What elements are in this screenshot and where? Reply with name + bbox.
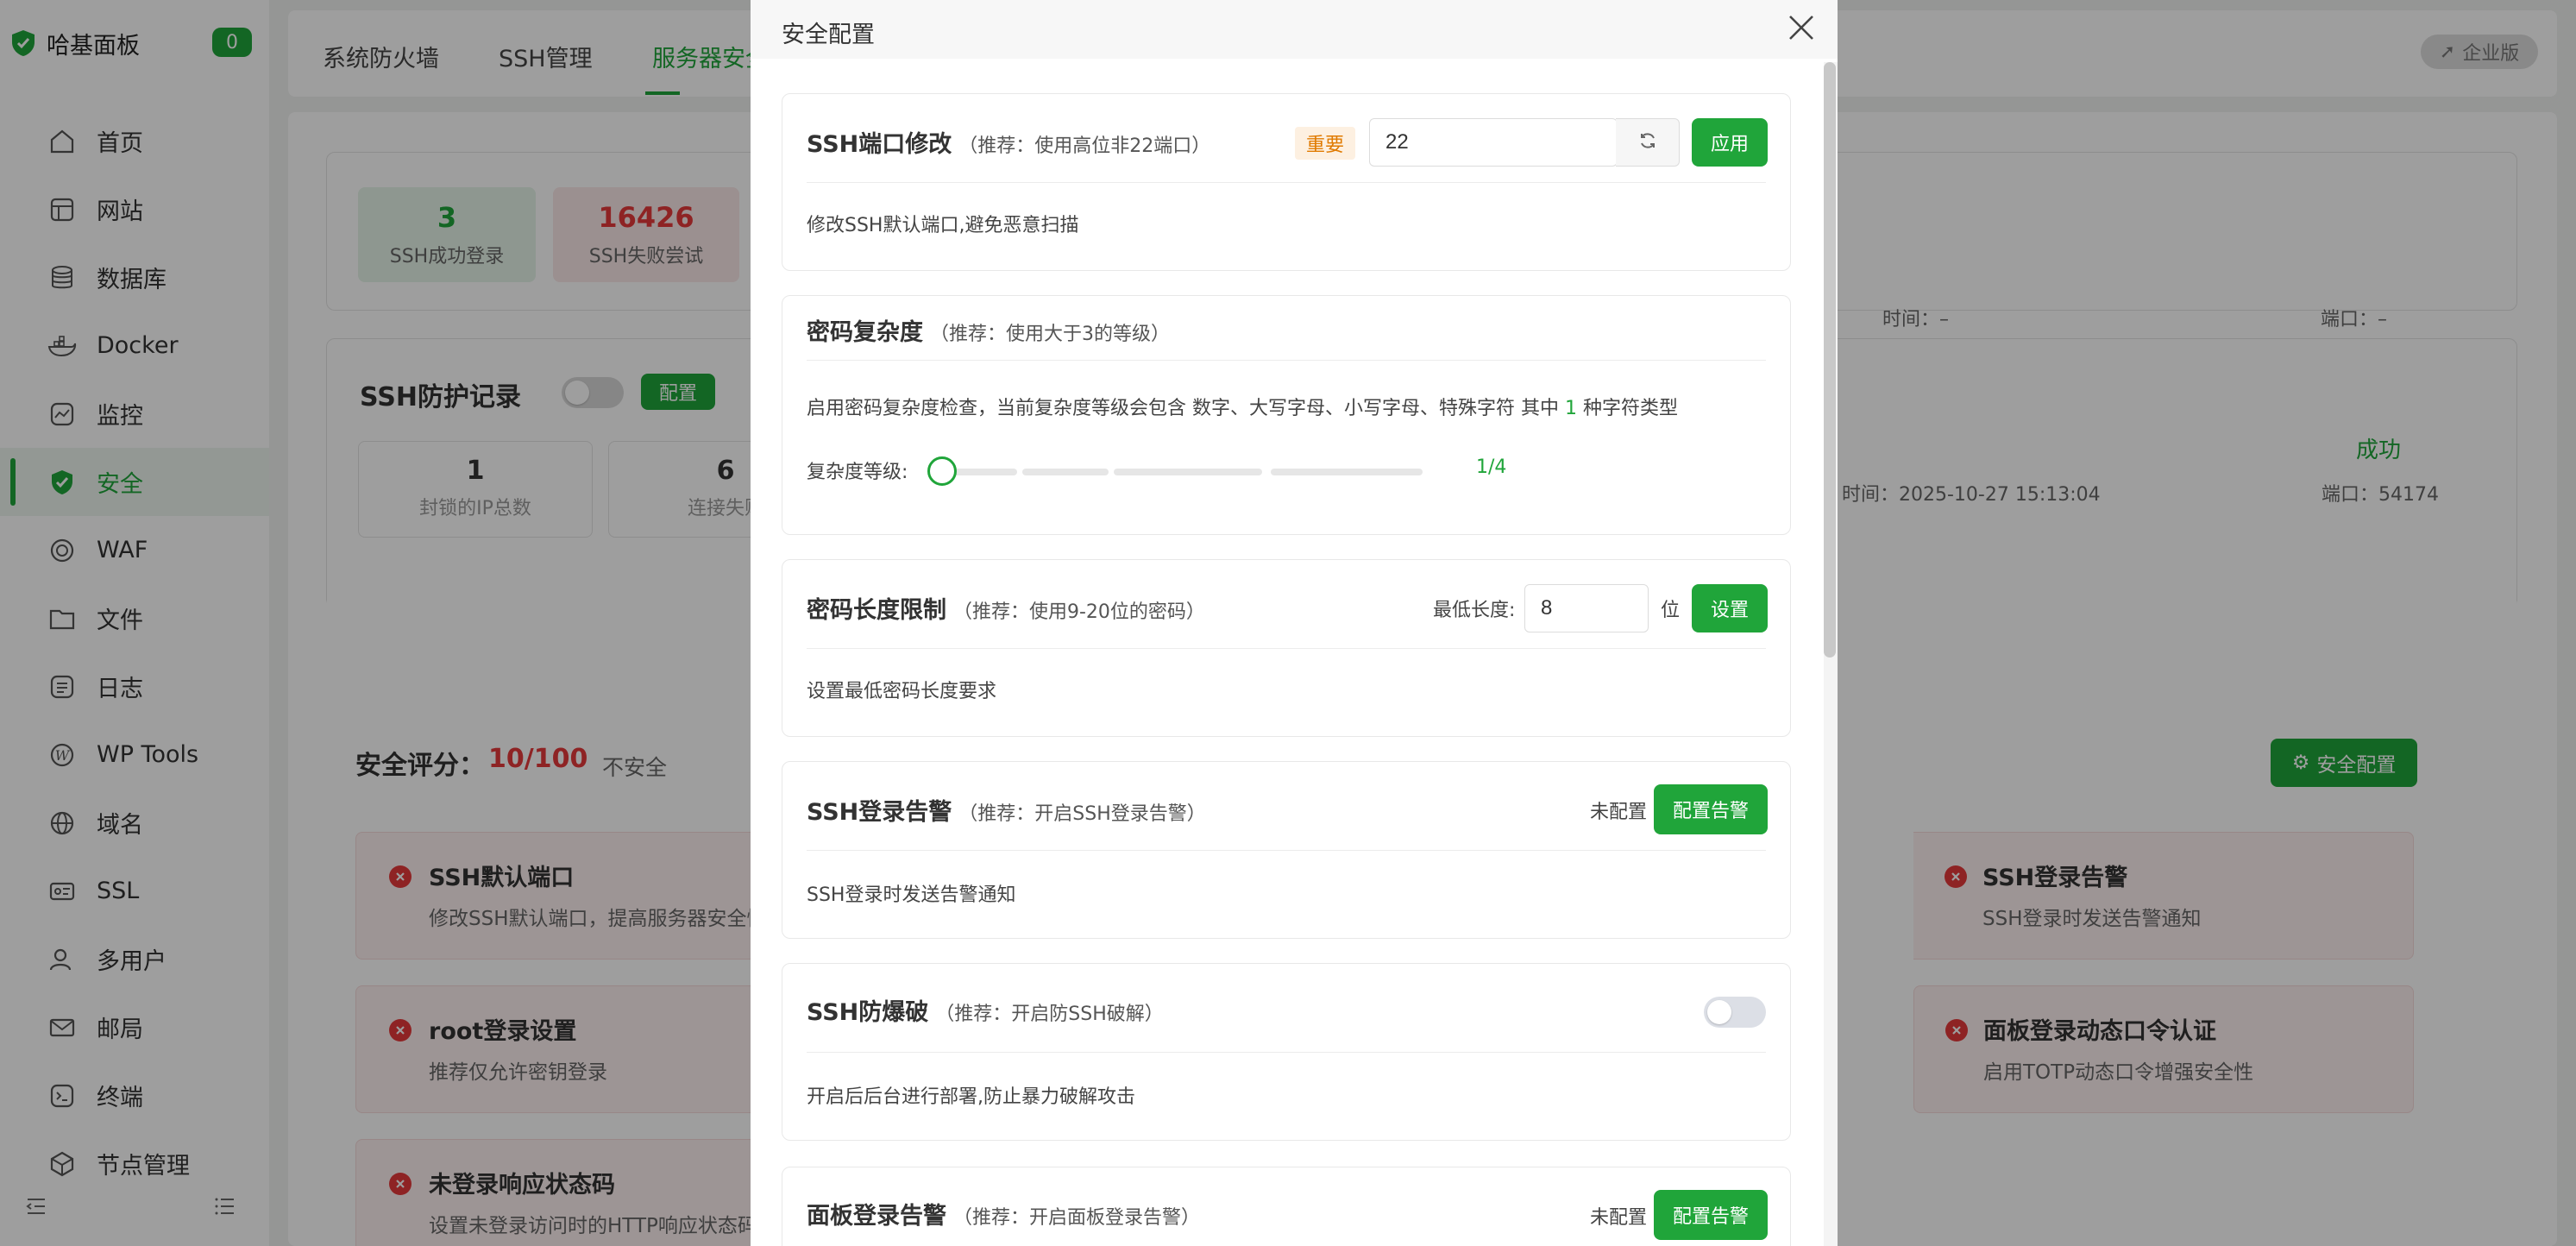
section-title: SSH登录告警 （推荐：开启SSH登录告警） [807,793,1206,827]
dialog-title: 安全配置 [782,22,875,48]
section-title: SSH端口修改 （推荐：使用高位非22端口） [807,125,1210,159]
section-recommendation: （推荐：使用9-20位的密码） [953,601,1205,623]
section-recommendation: （推荐：开启SSH登录告警） [958,803,1206,825]
close-icon[interactable] [1782,9,1820,47]
ssh-port-input[interactable]: 22 [1369,118,1618,167]
password-complexity-section: 密码复杂度 （推荐：使用大于3的等级） 启用密码复杂度检查，当前复杂度等级会包含 … [782,295,1791,535]
desc-count: 1 [1565,398,1577,419]
dialog-header: 安全配置 [751,0,1838,59]
section-title: 密码复杂度 （推荐：使用大于3的等级） [807,313,1170,347]
ssh-login-alert-section: SSH登录告警 （推荐：开启SSH登录告警） 未配置 配置告警 SSH登录时发送告… [782,761,1791,939]
min-length-input[interactable]: 8 [1524,584,1649,632]
desc-prefix: 启用密码复杂度检查，当前复杂度等级会包含 数字、大写字母、小写字母、特殊字符 其… [807,398,1559,419]
section-title-text: SSH防爆破 [807,999,929,1026]
divider [807,850,1766,851]
slider-track-segment-3[interactable] [1114,469,1262,475]
security-config-dialog: 安全配置 SSH端口修改 （推荐：使用高位非22端口） 重要 22 应用 修改SS… [751,0,1838,1246]
ssh-bruteforce-toggle[interactable] [1704,997,1766,1028]
section-recommendation: （推荐：使用高位非22端口） [958,135,1211,157]
section-title: 面板登录告警 （推荐：开启面板登录告警） [807,1197,1200,1230]
complexity-level-label: 复杂度等级: [807,462,908,483]
alert-status: 未配置 [1590,1207,1648,1229]
section-title-text: SSH登录告警 [807,799,952,826]
section-desc: SSH登录时发送告警通知 [807,884,1016,906]
section-title-text: SSH端口修改 [807,131,952,158]
ssh-bruteforce-section: SSH防爆破 （推荐：开启防SSH破解） 开启后后台进行部署,防止暴力破解攻击 [782,963,1791,1141]
apply-port-button[interactable]: 应用 [1692,118,1768,167]
section-desc: 启用密码复杂度检查，当前复杂度等级会包含 数字、大写字母、小写字母、特殊字符 其… [807,393,1678,420]
section-recommendation: （推荐：开启面板登录告警） [953,1207,1201,1229]
desc-suffix: 种字符类型 [1583,398,1679,419]
min-length-label: 最低长度: [1433,600,1516,621]
important-tag: 重要 [1295,127,1355,160]
section-desc: 修改SSH默认端口,避免恶意扫描 [807,215,1079,236]
section-title-text: 密码长度限制 [807,597,946,624]
refresh-icon [1637,130,1658,154]
random-port-button[interactable] [1616,118,1680,167]
password-length-section: 密码长度限制 （推荐：使用9-20位的密码） 最低长度: 8 位 设置 设置最低密… [782,559,1791,737]
section-desc: 开启后后台进行部署,防止暴力破解攻击 [807,1086,1135,1108]
divider [807,360,1766,361]
divider [807,648,1766,649]
divider [807,182,1766,183]
length-unit: 位 [1661,600,1681,621]
section-desc: 设置最低密码长度要求 [807,681,997,702]
configure-ssh-alert-button[interactable]: 配置告警 [1654,784,1768,834]
section-title: SSH防爆破 （推荐：开启防SSH破解） [807,993,1164,1027]
section-title-text: 密码复杂度 [807,319,923,346]
set-length-button[interactable]: 设置 [1692,584,1768,632]
section-recommendation: （推荐：开启防SSH破解） [935,1004,1164,1025]
configure-panel-alert-button[interactable]: 配置告警 [1654,1190,1768,1240]
divider [807,1052,1766,1053]
slider-track-segment-2[interactable] [1022,469,1109,475]
section-title: 密码长度限制 （推荐：使用9-20位的密码） [807,591,1205,625]
dialog-scrollbar-thumb[interactable] [1824,62,1836,658]
section-recommendation: （推荐：使用大于3的等级） [930,324,1170,345]
section-title-text: 面板登录告警 [807,1203,946,1230]
panel-login-alert-section: 面板登录告警 （推荐：开启面板登录告警） 未配置 配置告警 [782,1167,1791,1246]
alert-status: 未配置 [1590,802,1648,823]
ssh-port-section: SSH端口修改 （推荐：使用高位非22端口） 重要 22 应用 修改SSH默认端口… [782,93,1791,271]
complexity-slider-handle[interactable] [927,456,957,486]
slider-track-segment-4[interactable] [1271,469,1423,475]
complexity-level-value: 1/4 [1476,456,1507,478]
